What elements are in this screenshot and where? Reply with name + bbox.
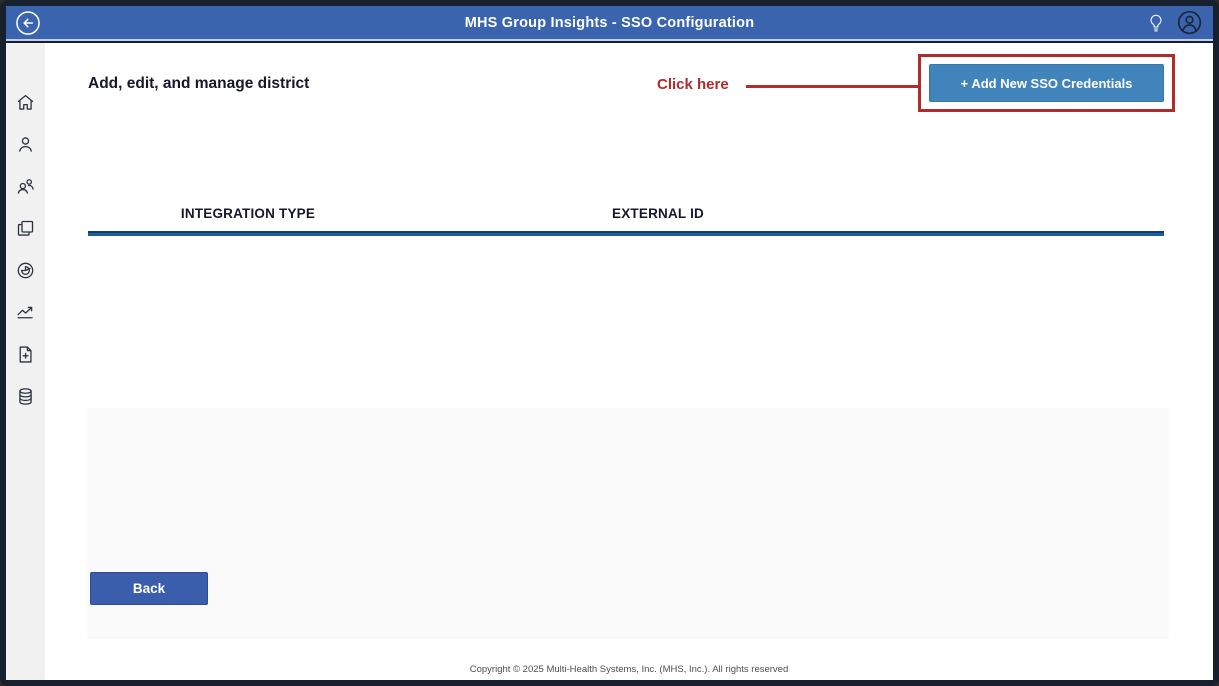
pie-chart-icon[interactable] [15, 260, 37, 281]
database-icon[interactable] [15, 386, 37, 407]
back-button[interactable]: Back [90, 572, 208, 605]
column-header-external-id: EXTERNAL ID [612, 206, 704, 221]
click-here-annotation: Click here [657, 76, 729, 93]
file-add-icon[interactable] [15, 344, 37, 365]
add-new-sso-credentials-button[interactable]: + Add New SSO Credentials [929, 64, 1164, 102]
people-icon[interactable] [15, 176, 37, 197]
top-bar: MHS Group Insights - SSO Configuration [6, 6, 1213, 41]
column-header-integration-type: INTEGRATION TYPE [181, 206, 315, 221]
page-title: Add, edit, and manage district [88, 75, 309, 93]
left-nav-sidebar [6, 43, 45, 680]
topbar-actions [1145, 6, 1203, 39]
app-window: MHS Group Insights - SSO Configuration [0, 0, 1219, 686]
annotation-connector-line [746, 85, 918, 88]
window-title: MHS Group Insights - SSO Configuration [6, 15, 1213, 31]
empty-table-panel [87, 408, 1169, 639]
home-icon[interactable] [15, 92, 37, 113]
table-header-rule [88, 231, 1164, 236]
account-icon[interactable] [1176, 9, 1203, 36]
lightbulb-icon[interactable] [1145, 11, 1167, 35]
copy-pages-icon[interactable] [15, 218, 37, 239]
main-content: Add, edit, and manage district Click her… [45, 43, 1213, 680]
annotation-highlight-box: + Add New SSO Credentials [918, 54, 1175, 112]
person-icon[interactable] [15, 134, 37, 155]
copyright-footer: Copyright © 2025 Multi-Health Systems, I… [45, 664, 1213, 675]
trend-line-icon[interactable] [15, 302, 37, 323]
